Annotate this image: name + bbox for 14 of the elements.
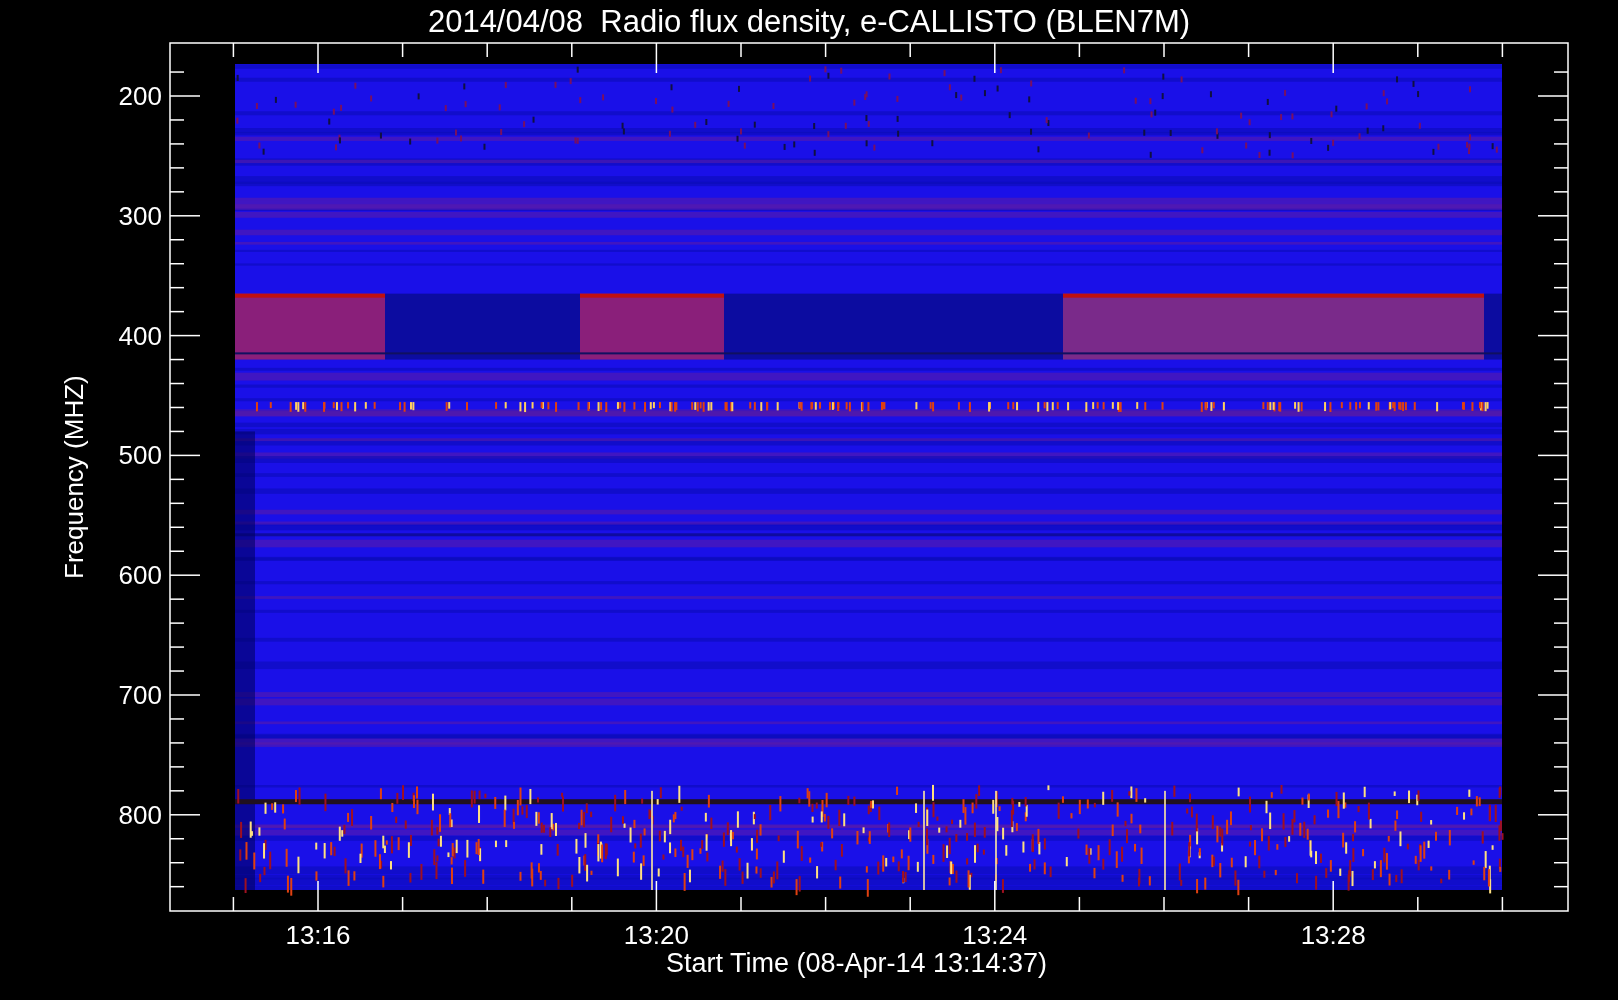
x-tick-label: 13:16 <box>284 922 352 948</box>
y-tick-label: 200 <box>117 83 162 109</box>
x-tick-label: 13:24 <box>961 922 1029 948</box>
y-tick-label: 400 <box>117 322 162 349</box>
y-tick-label: 600 <box>117 562 162 589</box>
y-tick-label: 300 <box>117 202 162 229</box>
y-tick-label: 500 <box>117 442 162 469</box>
x-axis-label: Start Time (08-Apr-14 13:14:37) <box>664 950 1048 977</box>
y-axis-label: Frequency (MHZ) <box>61 379 87 579</box>
x-tick-label: 13:20 <box>622 922 690 948</box>
x-tick-label: 13:28 <box>1299 922 1367 948</box>
y-tick-label: 800 <box>117 801 162 828</box>
chart-title: 2014/04/08 Radio flux density, e-CALLISTO (BLEN7M) <box>427 6 1191 37</box>
y-tick-label: 700 <box>117 682 162 708</box>
